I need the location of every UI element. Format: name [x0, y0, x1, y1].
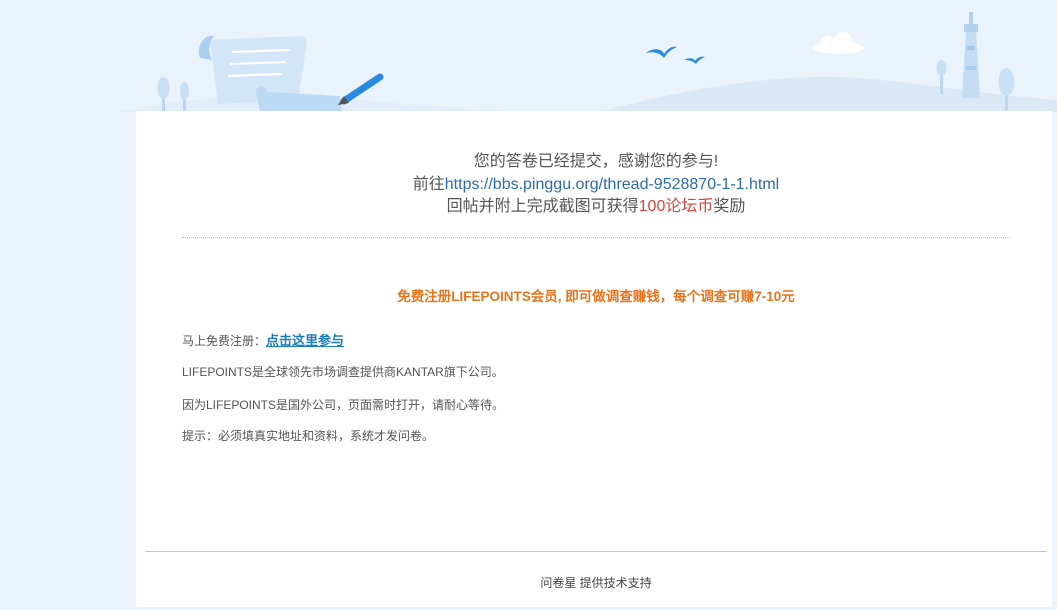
dotted-divider — [182, 237, 1010, 238]
promo-headline: 免费注册LIFEPOINTS会员, 即可做调查赚钱，每个调查可赚7-10元 — [397, 289, 795, 304]
hint-text: 提示：必须填真实地址和资料，系统才发问卷。 — [182, 429, 435, 443]
result-card: 您的答卷已经提交，感谢您的参与! 前往https://bbs.pinggu.or… — [136, 111, 1052, 607]
reward-amount: 100论坛币 — [638, 198, 714, 215]
register-link[interactable]: 点击这里参与 — [266, 333, 344, 348]
submission-message: 您的答卷已经提交，感谢您的参与! 前往https://bbs.pinggu.or… — [136, 151, 1056, 219]
forum-link-line: 前往https://bbs.pinggu.org/thread-9528870-… — [136, 174, 1056, 197]
footer-divider — [145, 551, 1047, 552]
forum-link-prefix: 前往 — [412, 175, 445, 193]
reward-line: 回帖并附上完成截图可获得100论坛币奖励 — [136, 196, 1056, 219]
reward-prefix: 回帖并附上完成截图可获得 — [446, 198, 639, 215]
footer-support-text: 提供技术支持 — [576, 576, 652, 590]
forum-thread-link[interactable]: https://bbs.pinggu.org/thread-9528870-1-… — [445, 176, 779, 193]
info-text: 因为LIFEPOINTS是国外公司，页面需时打开，请耐心等待。 — [182, 398, 505, 412]
register-label: 马上免费注册： — [182, 334, 267, 348]
info-text: LIFEPOINTS是全球领先市场调查提供商KANTAR旗下公司。 — [182, 365, 504, 379]
thanks-line: 您的答卷已经提交，感谢您的参与! — [473, 153, 719, 170]
header-banner — [0, 0, 1057, 112]
scroll-document-icon — [198, 35, 342, 112]
footer-brand[interactable]: 问卷星 — [540, 576, 576, 590]
banner-illustration — [120, 12, 1057, 112]
cloud-icon — [812, 32, 864, 54]
footer: 问卷星 提供技术支持 — [136, 574, 1056, 591]
bird-icon — [646, 46, 705, 64]
register-row: 马上免费注册：点击这里参与 — [182, 330, 344, 349]
reward-suffix: 奖励 — [713, 198, 746, 215]
